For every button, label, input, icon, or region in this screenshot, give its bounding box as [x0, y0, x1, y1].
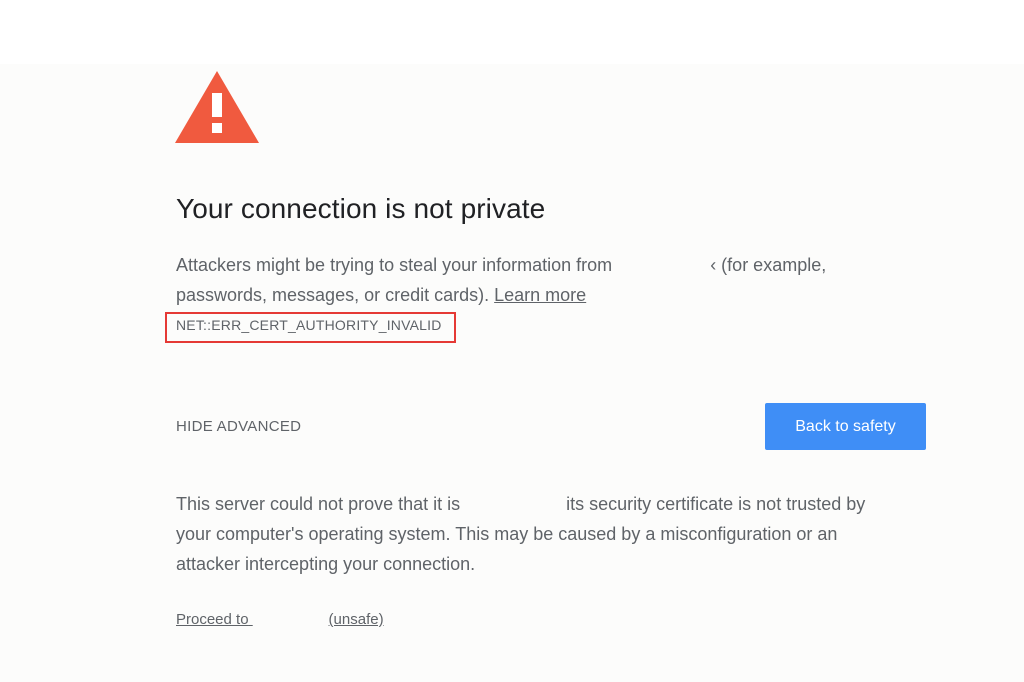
intro-line-2-text: passwords, messages, or credit cards).: [176, 285, 490, 305]
details-line-1: This server could not prove that it is it…: [176, 489, 916, 519]
back-to-safety-button[interactable]: Back to safety: [765, 403, 926, 450]
intro-line-1: Attackers might be trying to steal your …: [176, 250, 876, 280]
intro-line-2: passwords, messages, or credit cards). L…: [176, 280, 876, 310]
details-line-1-suffix: its security certificate is not trusted …: [566, 494, 866, 514]
intro-line-1-prefix: Attackers might be trying to steal your …: [176, 255, 613, 275]
redacted-hostname[interactable]: [249, 611, 329, 628]
error-code-highlight-box: [165, 312, 456, 343]
hide-advanced-button[interactable]: HIDE ADVANCED: [176, 418, 301, 435]
details-line-3: attacker intercepting your connection.: [176, 554, 476, 574]
proceed-link-suffix[interactable]: (unsafe): [329, 611, 384, 628]
interstitial-page: [0, 64, 1024, 682]
details-paragraph: This server could not prove that it is it…: [176, 489, 916, 579]
intro-paragraph: Attackers might be trying to steal your …: [176, 250, 876, 310]
proceed-link[interactable]: Proceed to (unsafe): [176, 611, 384, 628]
learn-more-link[interactable]: Learn more: [494, 285, 586, 305]
details-line-1-prefix: This server could not prove that it is: [176, 494, 461, 514]
proceed-link-prefix[interactable]: Proceed to: [176, 611, 249, 628]
intro-line-1-suffix: ‹ (for example,: [710, 255, 827, 275]
warning-triangle-icon: [175, 71, 259, 143]
top-strip: [0, 0, 1024, 64]
details-line-2: your computer's operating system. This m…: [176, 524, 838, 544]
page-title: Your connection is not private: [176, 193, 546, 224]
